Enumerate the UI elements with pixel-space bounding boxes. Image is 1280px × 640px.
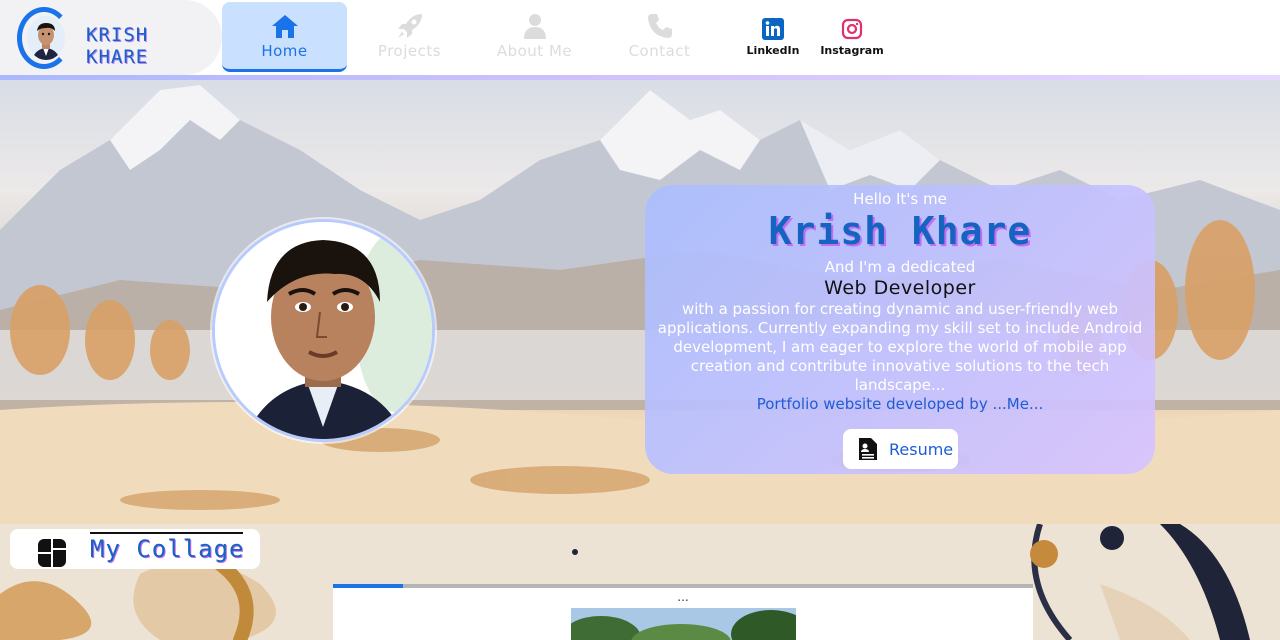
hero-name: Krish Khare [768,209,1032,253]
brand-avatar [27,16,65,60]
linkedin-icon [762,18,784,40]
intro-card: Hello It's me Krish Khare And I'm a dedi… [645,185,1155,474]
navbar: KRISH KHARE Home Projects About Me Conta… [0,0,1280,75]
gallery-progress-fill [333,584,403,588]
linkedin-link[interactable]: LinkedIn [738,18,808,57]
nav-about[interactable]: About Me [472,2,597,72]
nav-home[interactable]: Home [222,2,347,72]
dedicated-text: And I'm a dedicated [824,258,976,276]
role-text: Web Developer [824,277,976,299]
gallery-photo[interactable] [571,608,796,640]
nav-projects-label: Projects [377,42,442,60]
greeting-text: Hello It's me [853,190,947,208]
nav-about-label: About Me [496,42,573,60]
phone-icon [648,14,672,38]
bio-text: with a passion for creating dynamic and … [657,300,1143,394]
collage-title: My Collage [90,535,245,563]
brand-name: KRISH KHARE [86,24,149,68]
gallery-caption: ... [677,590,689,604]
instagram-icon [841,18,863,40]
resume-label: Resume [889,440,954,459]
instagram-label: Instagram [820,44,884,57]
linkedin-label: LinkedIn [746,44,800,57]
hero-section: Hello It's me Krish Khare And I'm a dedi… [0,80,1280,524]
instagram-link[interactable]: Instagram [817,18,887,57]
collage-title-rule [90,532,243,534]
resume-file-icon [859,438,877,460]
collage-grid-icon [38,539,66,567]
collage-gallery[interactable]: ... [333,584,1033,640]
resume-button[interactable]: Resume [843,429,958,469]
profile-photo [212,219,435,442]
gallery-progress-track [333,584,1033,588]
collage-heading: My Collage [10,529,260,569]
nav-projects[interactable]: Projects [347,2,472,72]
user-icon [524,14,546,39]
rocket-icon [398,14,422,38]
brand[interactable]: KRISH KHARE [0,0,222,75]
collage-section: My Collage ... [0,524,1280,640]
nav-home-label: Home [261,42,308,60]
credit-text: Portfolio website developed by ...Me... [756,395,1044,413]
nav-contact[interactable]: Contact [597,2,722,72]
nav-contact-label: Contact [628,42,691,60]
home-icon [272,15,298,38]
